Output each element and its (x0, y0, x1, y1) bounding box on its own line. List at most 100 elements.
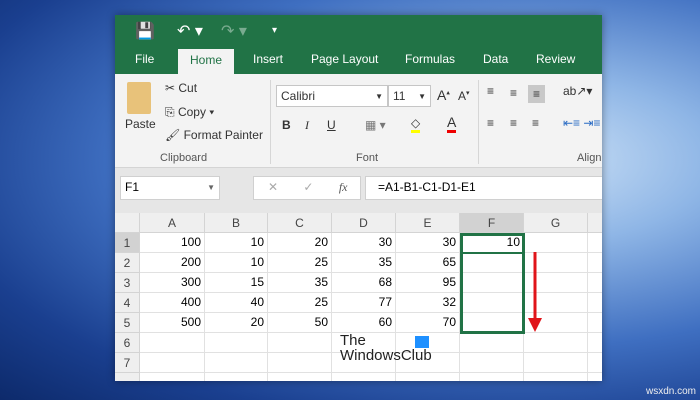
cell[interactable]: 68 (332, 273, 396, 293)
tab-insert[interactable]: Insert (253, 52, 283, 66)
cell[interactable]: 20 (268, 233, 332, 253)
cell[interactable] (268, 333, 332, 353)
formula-input[interactable]: =A1-B1-C1-D1-E1 (365, 176, 602, 200)
customize-icon[interactable]: ▾ (272, 25, 277, 36)
cell[interactable] (140, 353, 205, 373)
tab-formulas[interactable]: Formulas (405, 52, 455, 66)
cell[interactable]: 25 (268, 253, 332, 273)
undo-icon[interactable]: ↶ ▾ (177, 21, 203, 41)
save-icon[interactable]: 💾 (135, 21, 155, 41)
column-header-G[interactable]: G (524, 213, 588, 233)
cell[interactable] (460, 373, 524, 381)
cell[interactable]: 40 (205, 293, 268, 313)
row-header-3[interactable]: 3 (115, 273, 140, 293)
column-header-B[interactable]: B (205, 213, 268, 233)
cell[interactable]: 300 (140, 273, 205, 293)
decrease-font-icon[interactable]: A▾ (458, 89, 470, 103)
align-right-icon[interactable]: ≡ (532, 116, 539, 130)
column-header-A[interactable]: A (140, 213, 205, 233)
cell[interactable] (588, 253, 602, 273)
tab-home[interactable]: Home (178, 49, 235, 74)
paste-icon[interactable] (127, 82, 151, 114)
align-left-icon[interactable]: ≡ (487, 116, 494, 130)
cell[interactable]: 100 (140, 233, 205, 253)
row-header-1[interactable]: 1 (115, 233, 140, 253)
indent-icons[interactable]: ⇤≡ ⇥≡ (563, 116, 600, 130)
font-size-select[interactable]: 11 ▼ (388, 85, 431, 107)
cell[interactable] (205, 333, 268, 353)
cell[interactable]: 500 (140, 313, 205, 333)
cell[interactable]: 10 (205, 253, 268, 273)
cell[interactable]: 35 (332, 253, 396, 273)
cell[interactable]: 60 (332, 313, 396, 333)
cell[interactable] (588, 273, 602, 293)
column-header-E[interactable]: E (396, 213, 460, 233)
cell[interactable] (588, 313, 602, 333)
cell[interactable]: 50 (268, 313, 332, 333)
cell[interactable] (268, 353, 332, 373)
align-middle-icon[interactable]: ≡ (510, 86, 517, 100)
cell[interactable] (205, 373, 268, 381)
cell[interactable] (588, 293, 602, 313)
font-color-icon[interactable]: A (447, 114, 457, 133)
cell[interactable]: 15 (205, 273, 268, 293)
italic-button[interactable]: I (305, 118, 309, 133)
format-painter-button[interactable]: 🖌 Format Painter (165, 128, 263, 142)
cell[interactable] (460, 353, 524, 373)
bold-button[interactable]: B (282, 118, 291, 132)
row-header-7[interactable]: 7 (115, 353, 140, 373)
cell[interactable]: 95 (396, 273, 460, 293)
cell[interactable]: 32 (396, 293, 460, 313)
row-header-2[interactable]: 2 (115, 253, 140, 273)
cell[interactable] (396, 373, 460, 381)
increase-font-icon[interactable]: A▴ (437, 87, 450, 103)
cell[interactable] (140, 373, 205, 381)
cancel-icon[interactable]: ✕ (268, 180, 278, 194)
cell[interactable]: 35 (268, 273, 332, 293)
tab-page-layout[interactable]: Page Layout (311, 52, 378, 66)
tab-data[interactable]: Data (483, 52, 508, 66)
cell[interactable]: 25 (268, 293, 332, 313)
select-all-button[interactable] (115, 213, 140, 233)
cut-button[interactable]: ✂ Cut (165, 81, 197, 95)
cell[interactable] (268, 373, 332, 381)
cell[interactable] (524, 353, 588, 373)
row-header-6[interactable]: 6 (115, 333, 140, 353)
cell[interactable] (588, 233, 602, 253)
font-name-select[interactable]: Calibri ▼ (276, 85, 388, 107)
cell[interactable]: 400 (140, 293, 205, 313)
cell[interactable]: 30 (332, 233, 396, 253)
cell[interactable]: 10 (205, 233, 268, 253)
cell[interactable] (588, 373, 602, 381)
row-header-8[interactable] (115, 373, 140, 381)
name-box[interactable]: F1 ▼ (120, 176, 220, 200)
column-header-F[interactable]: F (460, 213, 524, 233)
enter-icon[interactable]: ✓ (303, 180, 313, 194)
align-bottom-icon[interactable]: ≡ (528, 85, 546, 103)
cell[interactable] (524, 333, 588, 353)
cell[interactable] (140, 333, 205, 353)
cell[interactable] (524, 373, 588, 381)
borders-icon[interactable]: ▦ ▾ (365, 118, 386, 132)
cell[interactable] (205, 353, 268, 373)
align-top-icon[interactable]: ≡ (487, 84, 494, 98)
fill-color-icon[interactable]: ◇ (411, 116, 421, 133)
cell[interactable]: 77 (332, 293, 396, 313)
row-header-5[interactable]: 5 (115, 313, 140, 333)
cell[interactable] (460, 333, 524, 353)
column-header-C[interactable]: C (268, 213, 332, 233)
cell[interactable] (588, 333, 602, 353)
tab-review[interactable]: Review (536, 52, 575, 66)
paste-button[interactable]: Paste (125, 117, 156, 131)
redo-icon[interactable]: ↷ ▾ (221, 21, 247, 41)
underline-button[interactable]: U (327, 118, 336, 132)
cell[interactable] (332, 373, 396, 381)
cell[interactable]: 65 (396, 253, 460, 273)
copy-button[interactable]: ⎘ Copy ▾ (165, 105, 214, 120)
tab-file[interactable]: File (135, 52, 154, 66)
cell[interactable] (588, 353, 602, 373)
cell[interactable]: 20 (205, 313, 268, 333)
row-header-4[interactable]: 4 (115, 293, 140, 313)
cell[interactable]: 30 (396, 233, 460, 253)
cell[interactable]: 200 (140, 253, 205, 273)
